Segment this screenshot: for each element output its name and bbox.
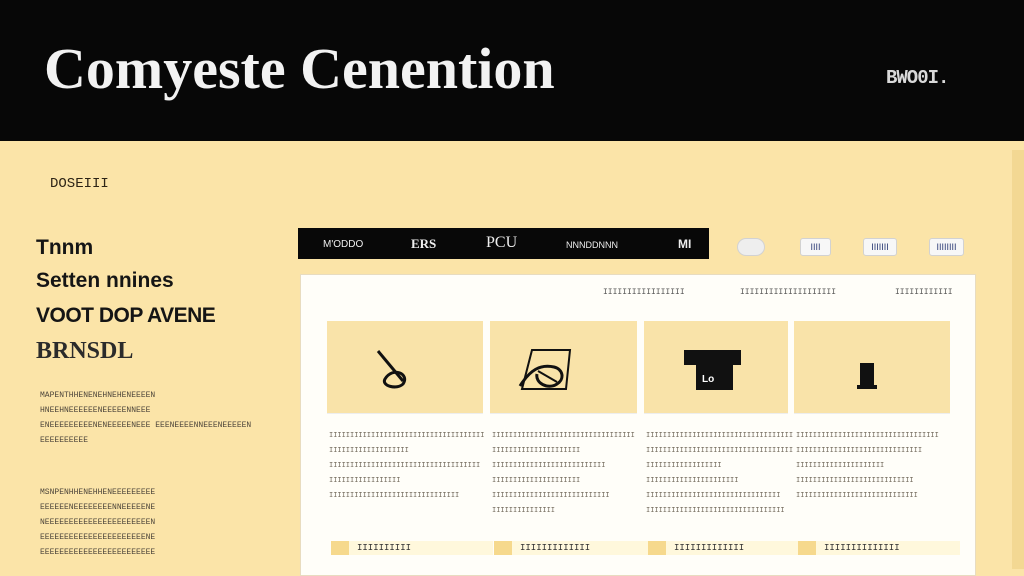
hero-title-line-4: BRNSDL xyxy=(36,338,134,364)
nav-item[interactable]: MI xyxy=(678,237,691,251)
content-card[interactable]: IIIIIIIIIIIIIIIIIIIIIIIIIIIIIIIIIIIIIIII… xyxy=(794,321,960,571)
card-description: IIIIIIIIIIIIIIIIIIIIIIIIIIIIIIIIIIIIIIII… xyxy=(646,432,794,515)
header-user-menu[interactable]: BWO0I. xyxy=(886,67,949,89)
hero-sidebar: DOSEIII Tnnm Setten nnines VOOT DOP AVEN… xyxy=(36,160,286,569)
card-action[interactable]: IIIIIIIIIIIII xyxy=(648,541,810,555)
hero-title-line-2: Setten nnines xyxy=(36,269,174,292)
hero-paragraph: MAPENTHHENENEHNEHENEEEEN HNEEHNEEEEEENEE… xyxy=(40,391,252,445)
filter-pill[interactable]: IIIIIII xyxy=(863,238,897,256)
page-scrollbar[interactable] xyxy=(1012,150,1024,569)
badge-icon: Lo xyxy=(684,350,741,390)
content-card[interactable]: Lo IIIIIIIIIIIIIIIIIIIIIIIIIIIIIIIIIII II… xyxy=(644,321,810,571)
card-image: Lo xyxy=(644,321,788,414)
hero-paragraph: MSNPENHHENEHHENEEEEEEEEE EEEEEENEEEEEEEE… xyxy=(40,488,156,557)
card-image xyxy=(794,321,950,414)
content-card[interactable]: IIIIIIIIIIIIIIIIIIIIIIIIIIIIIIIIIIIIIIII… xyxy=(327,321,493,571)
filter-pill[interactable]: IIII xyxy=(800,238,831,256)
card-description: IIIIIIIIIIIIIIIIIIIIIIIIIIIIIIIIIIIIIIII… xyxy=(329,432,485,500)
card-action[interactable]: IIIIIIIIIIIIII xyxy=(798,541,960,555)
top-header: Comyeste Cenention BWO0I. xyxy=(0,0,1024,141)
filter-pill[interactable]: IIIIIIII xyxy=(929,238,964,256)
nav-item[interactable]: PCU xyxy=(486,234,517,252)
card-image xyxy=(490,321,637,414)
content-card[interactable]: IIIIIIIIIIIIIIIIIIIIIIIIIIIIIIIIIIIIIIII… xyxy=(490,321,656,571)
card-action[interactable]: IIIIIIIIIIIII xyxy=(494,541,656,555)
hand-icon xyxy=(518,349,572,390)
quill-icon xyxy=(376,350,407,389)
hero-title-line-1: Tnnm xyxy=(36,236,94,259)
toggle-pill[interactable] xyxy=(737,238,765,256)
nav-item[interactable]: ERS xyxy=(411,236,436,252)
card-action[interactable]: IIIIIIIIII xyxy=(331,541,493,555)
hero-title-line-3: VOOT DOP AVENE xyxy=(36,304,216,327)
sort-link[interactable]: IIIIIIIIIIIIIIIIIIII xyxy=(740,288,836,297)
card-image xyxy=(327,321,483,414)
svg-text:Lo: Lo xyxy=(702,374,714,385)
nav-item[interactable]: M'ODDO xyxy=(323,239,363,250)
book-icon xyxy=(857,363,877,389)
main-navigation: M'ODDO ERS PCU NNNDDNNN MI xyxy=(298,228,709,259)
sort-link[interactable]: IIIIIIIIIIIIIIIII xyxy=(603,288,685,297)
breadcrumb[interactable]: DOSEIII xyxy=(50,176,109,192)
site-brand[interactable]: Comyeste Cenention xyxy=(44,40,555,98)
sort-link[interactable]: IIIIIIIIIIII xyxy=(895,288,953,297)
card-description: IIIIIIIIIIIIIIIIIIIIIIIIIIIIIIIIIIIIIIII… xyxy=(492,432,635,515)
card-description: IIIIIIIIIIIIIIIIIIIIIIIIIIIIIIIIIIIIIIII… xyxy=(796,432,939,500)
nav-item[interactable]: NNNDDNNN xyxy=(566,240,618,250)
